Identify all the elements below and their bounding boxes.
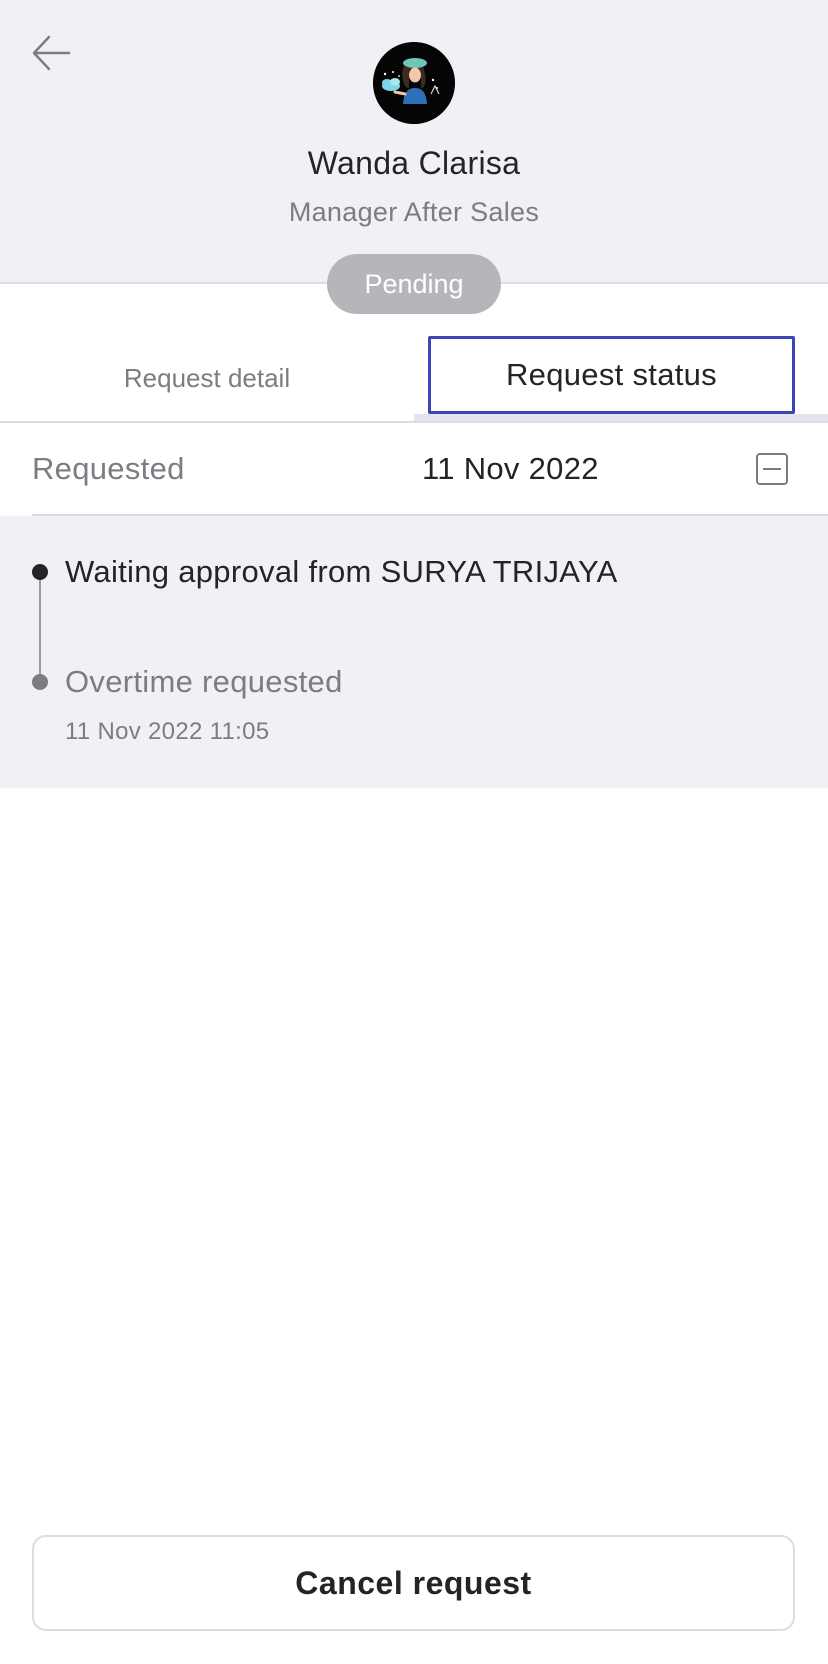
avatar — [373, 42, 455, 124]
timeline-item-time: 11 Nov 2022 11:05 — [65, 718, 270, 745]
cancel-request-button[interactable]: Cancel request — [32, 1535, 795, 1631]
employee-role: Manager After Sales — [288, 197, 540, 227]
employee-name: Wanda Clarisa — [307, 145, 521, 181]
status-badge: Pending — [327, 254, 501, 314]
requested-label: Requested — [32, 451, 185, 486]
timeline-dot-current — [32, 564, 48, 580]
status-timeline: Waiting approval from SURYA TRIJAYA Over… — [0, 516, 828, 788]
timeline-item-title: Waiting approval from SURYA TRIJAYA — [65, 554, 618, 589]
arrow-left-icon — [32, 35, 71, 71]
avatar-illustration-icon — [373, 42, 455, 124]
collapse-icon[interactable] — [756, 453, 788, 485]
tab-bar: Request detail Request status — [0, 334, 828, 422]
requested-row: Requested 11 Nov 2022 — [0, 423, 828, 515]
tab-request-detail[interactable]: Request detail — [0, 334, 414, 422]
timeline-item-title: Overtime requested — [65, 664, 343, 699]
tab-request-status[interactable]: Request status — [414, 334, 828, 422]
tab-request-status-label: Request status — [428, 336, 795, 414]
back-button[interactable] — [24, 26, 78, 80]
requested-date: 11 Nov 2022 — [422, 451, 599, 486]
profile-header: Wanda Clarisa Manager After Sales — [0, 0, 828, 284]
timeline-connector — [39, 572, 41, 682]
timeline-dot-past — [32, 674, 48, 690]
